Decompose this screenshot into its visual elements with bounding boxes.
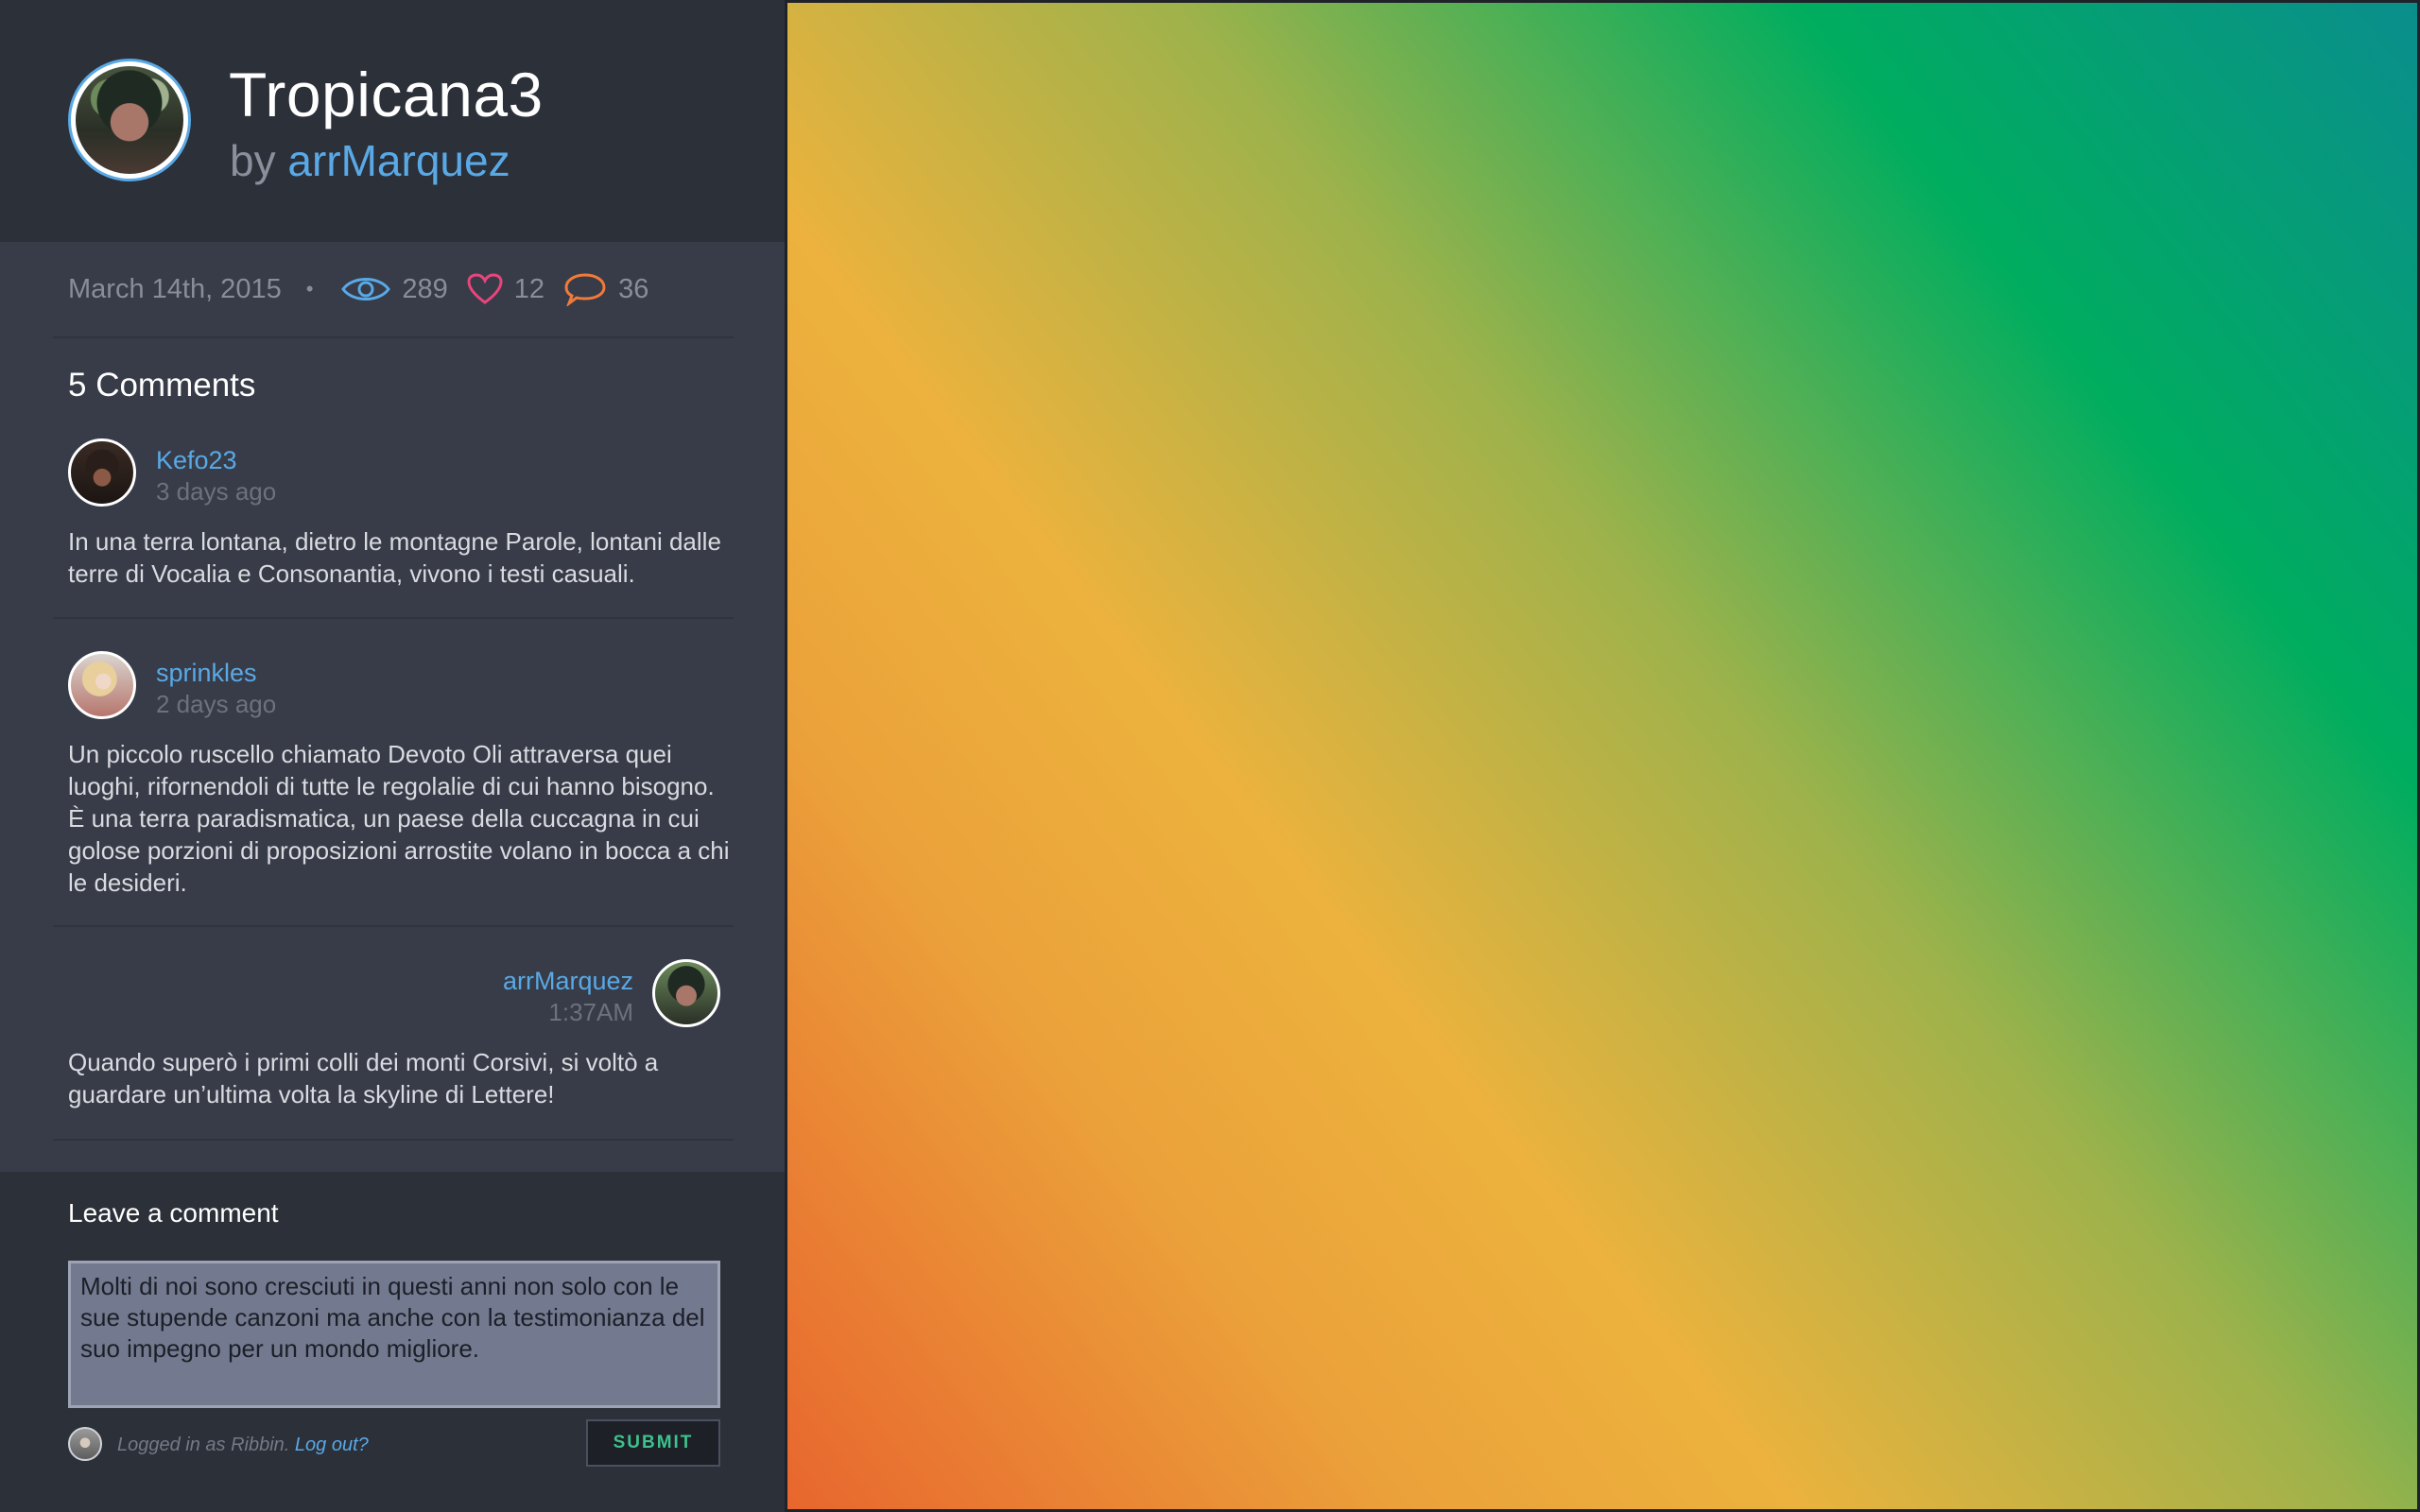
commenter-name[interactable]: Kefo23 [156, 444, 237, 476]
eye-icon [341, 278, 391, 301]
byline: by arrMarquez [230, 134, 510, 187]
meta-separator: • [305, 277, 314, 301]
commenter-name[interactable]: sprinkles [156, 657, 257, 689]
divider [53, 925, 734, 927]
comment-item: arrMarquez 1:37AM Quando superò i primi … [68, 959, 720, 1120]
comment-time: 2 days ago [156, 690, 277, 718]
divider [53, 336, 734, 338]
post-meta: March 14th, 2015 • 289 12 36 [68, 266, 667, 312]
likes-count: 12 [513, 273, 545, 304]
author-link[interactable]: arrMarquez [287, 136, 510, 185]
commenter-name[interactable]: arrMarquez [503, 965, 633, 997]
logged-in-label: Logged in as Ribbin. [117, 1435, 290, 1455]
divider [53, 617, 734, 619]
submit-button[interactable]: SUBMIT [586, 1419, 720, 1467]
post-header: Tropicana3 by arrMarquez [0, 0, 785, 242]
comment-item: sprinkles 2 days ago Un piccolo ruscello… [68, 651, 730, 906]
comment-body: In una terra lontana, dietro le montagne… [68, 527, 721, 588]
heart-icon [467, 273, 503, 304]
comment-item: Kefo23 3 days ago In una terra lontana, … [68, 438, 721, 599]
comment-form: Leave a comment Molti di noi sono cresci… [0, 1172, 785, 1512]
views-count: 289 [402, 273, 448, 304]
comment-time: 3 days ago [156, 477, 277, 506]
byline-prefix: by [230, 136, 276, 185]
sidebar: Tropicana3 by arrMarquez March 14th, 201… [0, 0, 785, 1512]
author-avatar-image [76, 66, 183, 174]
comments-heading: 5 Comments [68, 367, 256, 404]
commenter-avatar[interactable] [68, 438, 136, 507]
author-avatar[interactable] [68, 59, 191, 181]
views-stat: 289 [341, 273, 448, 305]
current-user-avatar [68, 1427, 102, 1461]
divider [53, 1139, 734, 1141]
logout-link[interactable]: Log out? [295, 1435, 369, 1455]
comment-body: Un piccolo ruscello chiamato Devoto Oli … [68, 740, 730, 897]
artwork-image [785, 0, 2420, 1512]
post-date: March 14th, 2015 [68, 273, 282, 304]
comment-textarea[interactable]: Molti di noi sono cresciuti in questi an… [68, 1261, 720, 1408]
comment-body: Quando superò i primi colli dei monti Co… [68, 1048, 659, 1108]
post-title: Tropicana3 [229, 60, 544, 129]
speech-bubble-icon [564, 273, 606, 306]
comment-count: 36 [618, 273, 649, 304]
likes-stat[interactable]: 12 [467, 273, 544, 305]
form-label: Leave a comment [68, 1198, 279, 1228]
comments-stat[interactable]: 36 [563, 272, 648, 306]
login-status: Logged in as Ribbin. Log out? [117, 1432, 369, 1458]
commenter-avatar[interactable] [68, 651, 136, 719]
commenter-avatar[interactable] [652, 959, 720, 1027]
comment-time: 1:37AM [548, 998, 633, 1026]
